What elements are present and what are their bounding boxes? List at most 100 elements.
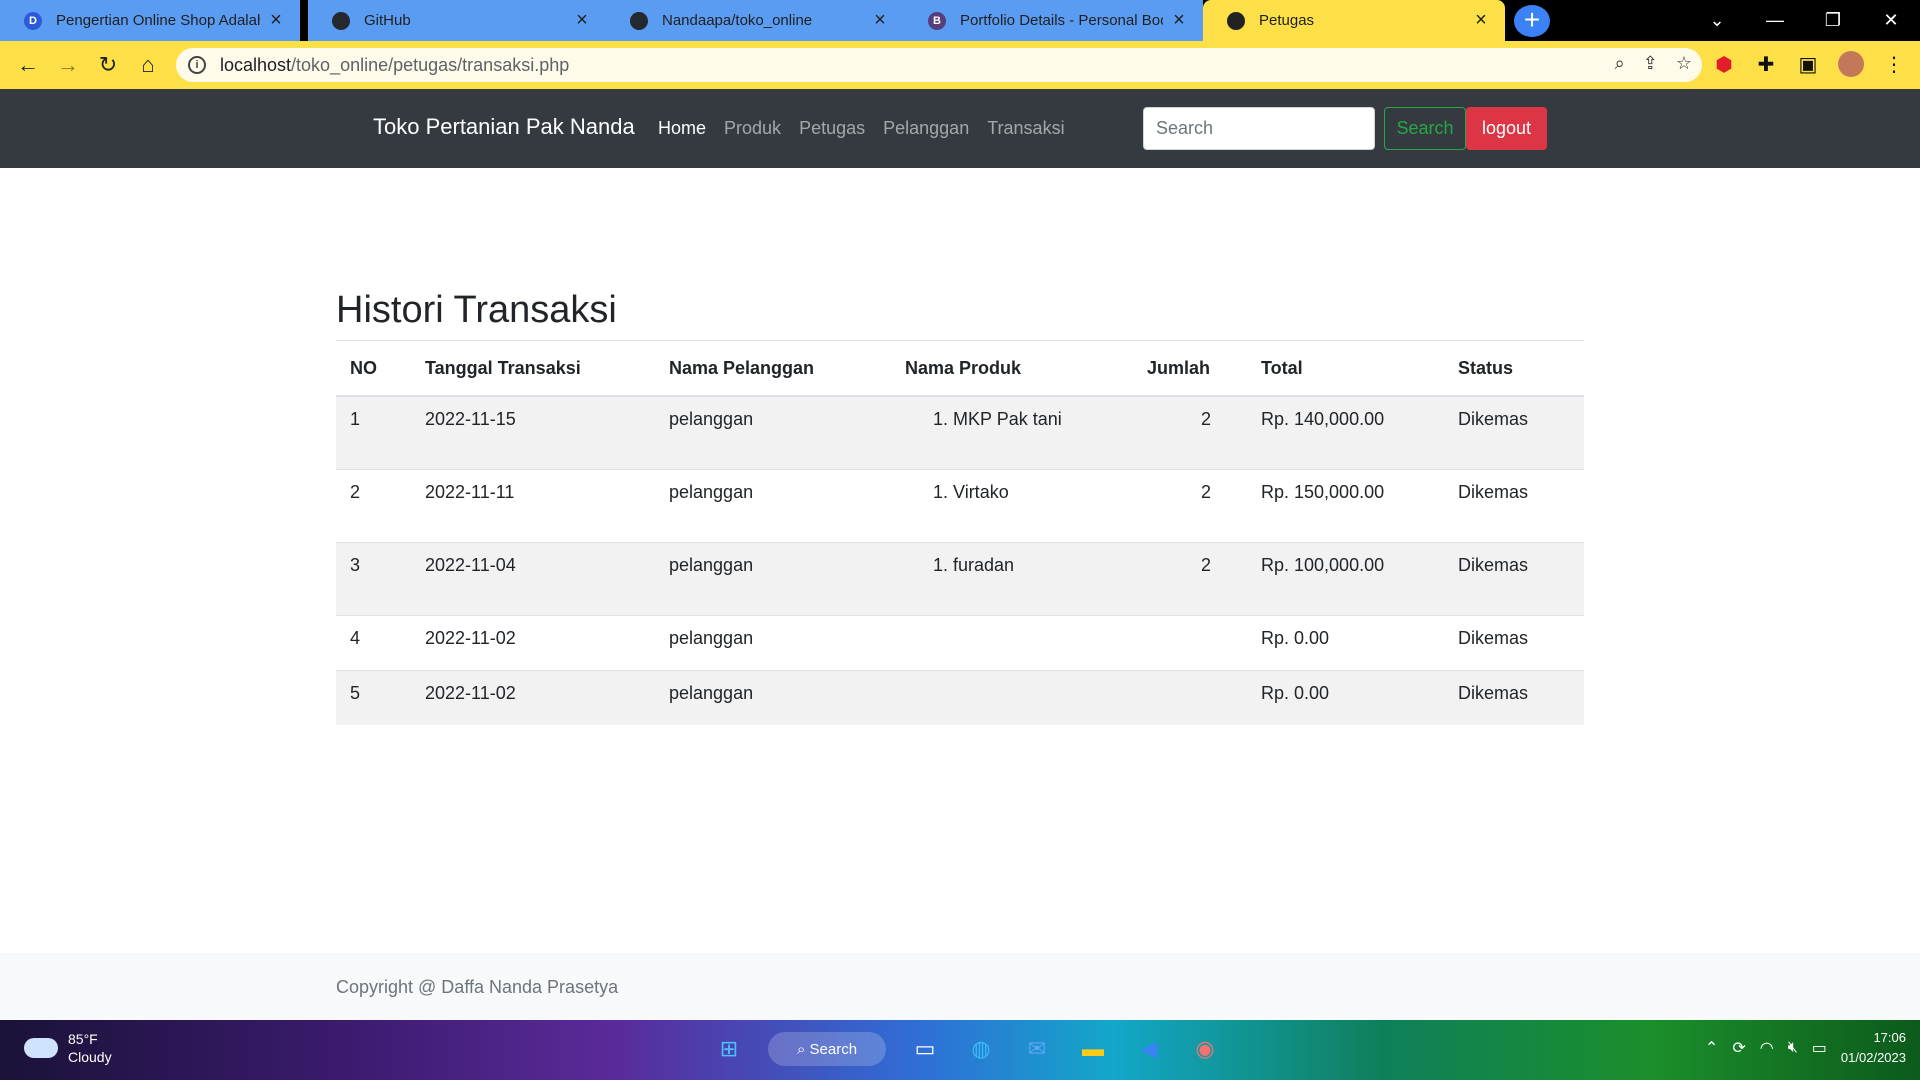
sidebar-icon[interactable]: ▣ xyxy=(1796,52,1820,77)
battery-icon[interactable]: ▭ xyxy=(1812,1038,1827,1058)
cell-no: 5 xyxy=(336,669,411,725)
extensions-puzzle-icon[interactable]: ✚ xyxy=(1754,52,1778,77)
search-input[interactable] xyxy=(1143,107,1375,150)
home-icon[interactable]: ⌂ xyxy=(134,51,162,79)
page-title: Histori Transaksi xyxy=(336,289,617,331)
search-button[interactable]: Search xyxy=(1384,107,1466,150)
tab-close-icon[interactable]: × xyxy=(572,9,592,32)
url-path: /toko_online/petugas/transaksi.php xyxy=(291,54,570,75)
column-header: Jumlah xyxy=(1133,341,1247,397)
cloud-icon xyxy=(24,1038,58,1058)
tab-title: Petugas xyxy=(1259,12,1315,29)
weather-widget[interactable]: 85°F Cloudy xyxy=(24,1030,112,1066)
nav-link-home[interactable]: Home xyxy=(658,118,706,139)
weather-desc: Cloudy xyxy=(68,1049,112,1065)
product-list-item: 1. furadan xyxy=(933,554,1015,575)
nav-link-transaksi[interactable]: Transaksi xyxy=(987,118,1064,139)
minimize-icon[interactable]: — xyxy=(1746,10,1804,31)
cell-no: 1 xyxy=(336,395,411,469)
zoom-icon[interactable]: ⌕ xyxy=(1615,53,1625,74)
taskbar-search-label: Search xyxy=(809,1040,858,1058)
cell-no: 4 xyxy=(336,614,411,670)
address-bar[interactable]: i localhost/toko_online/petugas/transaks… xyxy=(176,48,1702,82)
column-header: NO xyxy=(336,341,411,397)
cell-status: Dikemas xyxy=(1444,669,1584,725)
cell-produk: 1. MKP Pak tani xyxy=(891,395,1133,469)
taskbar-search-button[interactable]: ⌕ Search xyxy=(768,1032,886,1066)
cell-pelanggan: pelanggan xyxy=(655,614,891,670)
start-windows-icon[interactable]: ⊞ xyxy=(712,1032,746,1066)
cell-status: Dikemas xyxy=(1444,614,1584,670)
cell-tanggal: 2022-11-02 xyxy=(411,669,655,725)
tab-title: GitHub xyxy=(364,12,411,29)
globe-icon xyxy=(1227,11,1245,30)
cell-produk: 1. Virtako xyxy=(891,468,1133,542)
cell-status: Dikemas xyxy=(1444,395,1584,469)
cell-pelanggan: pelanggan xyxy=(655,468,891,542)
bookmark-star-icon[interactable]: ☆ xyxy=(1676,53,1692,74)
clock-time: 17:06 xyxy=(1873,1030,1906,1045)
nav-link-pelanggan[interactable]: Pelanggan xyxy=(883,118,969,139)
new-tab-button[interactable]: + xyxy=(1514,5,1550,37)
menu-kebab-icon[interactable]: ⋮ xyxy=(1882,52,1906,77)
cell-produk xyxy=(891,669,1133,725)
vscode-icon[interactable]: ◀ xyxy=(1132,1032,1166,1066)
file-explorer-icon[interactable]: ▬ xyxy=(1076,1032,1110,1066)
cell-pelanggan: pelanggan xyxy=(655,541,891,615)
reload-icon[interactable]: ↻ xyxy=(94,51,122,79)
cell-tanggal: 2022-11-04 xyxy=(411,541,655,615)
cell-status: Dikemas xyxy=(1444,541,1584,615)
wifi-icon[interactable]: ◠ xyxy=(1760,1038,1774,1058)
browser-tab[interactable]: GitHub × xyxy=(308,0,606,41)
close-window-icon[interactable]: ✕ xyxy=(1862,10,1920,31)
url-text[interactable]: localhost/toko_online/petugas/transaksi.… xyxy=(220,55,569,76)
weather-temp: 85°F xyxy=(68,1031,98,1047)
navbar-brand[interactable]: Toko Pertanian Pak Nanda xyxy=(373,114,635,140)
edge-icon[interactable]: ◍ xyxy=(964,1032,998,1066)
back-icon[interactable]: ← xyxy=(14,51,42,79)
url-host: localhost xyxy=(220,54,292,75)
tab-close-icon[interactable]: × xyxy=(1471,9,1491,32)
cell-no: 2 xyxy=(336,468,411,542)
share-icon[interactable]: ⇪ xyxy=(1643,53,1658,74)
table-row: 5 2022-11-02 pelanggan Rp. 0.00 Dikemas xyxy=(336,669,1584,725)
adblock-icon[interactable]: ⬢ xyxy=(1712,52,1736,77)
sync-icon[interactable]: ⟳ xyxy=(1732,1038,1745,1058)
cell-tanggal: 2022-11-11 xyxy=(411,468,655,542)
chevron-up-icon[interactable]: ⌃ xyxy=(1705,1038,1718,1058)
site-info-icon[interactable]: i xyxy=(188,56,206,74)
clock-date: 01/02/2023 xyxy=(1840,1050,1906,1065)
table-header-row: NO Tanggal Transaksi Nama Pelanggan Nama Pr… xyxy=(336,341,1584,397)
clock[interactable]: 17:06 01/02/2023 xyxy=(1841,1028,1906,1068)
task-view-icon[interactable]: ▭ xyxy=(908,1032,942,1066)
logout-button[interactable]: logout xyxy=(1466,107,1547,150)
cell-total: Rp. 140,000.00 xyxy=(1247,395,1444,469)
nav-link-petugas[interactable]: Petugas xyxy=(799,118,865,139)
cell-total: Rp. 150,000.00 xyxy=(1247,468,1444,542)
forward-icon[interactable]: → xyxy=(54,51,82,79)
cell-jumlah xyxy=(1133,614,1247,670)
browser-tabstrip: D Pengertian Online Shop Adalah : × GitHub ×… xyxy=(0,0,1920,41)
browser-tab[interactable]: D Pengertian Online Shop Adalah : × xyxy=(0,0,300,41)
footer-copyright: Copyright @ Daffa Nanda Prasetya xyxy=(336,977,619,997)
tab-close-icon[interactable]: × xyxy=(266,9,286,32)
cell-produk xyxy=(891,614,1133,670)
github-icon xyxy=(332,11,350,30)
tab-title: Pengertian Online Shop Adalah : xyxy=(56,12,260,29)
tab-close-icon[interactable]: × xyxy=(1169,9,1189,32)
mail-icon[interactable]: ✉ xyxy=(1020,1032,1054,1066)
profile-avatar[interactable] xyxy=(1838,51,1864,77)
column-header: Nama Pelanggan xyxy=(655,341,891,397)
restore-icon[interactable]: ❐ xyxy=(1804,10,1862,31)
table-row: 4 2022-11-02 pelanggan Rp. 0.00 Dikemas xyxy=(336,614,1584,670)
cell-jumlah xyxy=(1133,669,1247,725)
nav-link-produk[interactable]: Produk xyxy=(724,118,781,139)
volume-muted-icon[interactable]: 🔇︎ xyxy=(1788,1039,1798,1057)
browser-tab[interactable]: B Portfolio Details - Personal Boots × xyxy=(904,0,1203,41)
browser-tab[interactable]: Nandaapa/toko_online × xyxy=(606,0,904,41)
cell-no: 3 xyxy=(336,541,411,615)
tab-search-icon[interactable]: ⌄ xyxy=(1688,10,1746,31)
tab-close-icon[interactable]: × xyxy=(870,9,890,32)
browser-tab[interactable]: Petugas × xyxy=(1203,0,1505,41)
chrome-icon[interactable]: ◉ xyxy=(1188,1032,1222,1066)
